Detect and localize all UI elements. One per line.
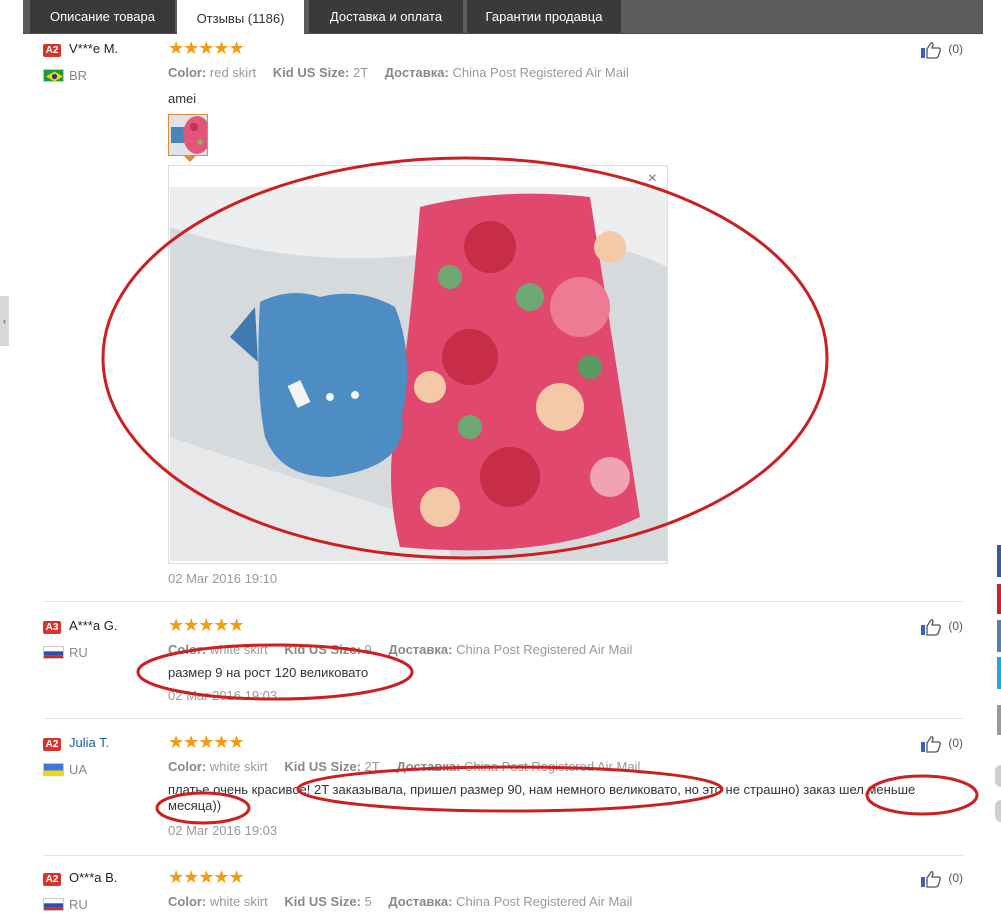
- like-count: (0): [948, 736, 963, 751]
- review-divider: [43, 855, 963, 856]
- color-label: Color:: [168, 759, 207, 774]
- buyer-level-badge: A2: [43, 873, 61, 886]
- rating-stars: ★★★★★: [168, 38, 245, 58]
- photo-viewer: ×: [168, 165, 668, 564]
- close-icon[interactable]: ×: [648, 170, 657, 188]
- share-round-button[interactable]: [995, 765, 1001, 787]
- review-divider: [43, 601, 963, 602]
- buyer-level-badge: A3: [43, 621, 61, 634]
- size-value: 2T: [352, 65, 369, 80]
- rating-stars: ★★★★★: [168, 615, 245, 635]
- reviewer-name: A***a G.: [69, 618, 118, 633]
- brazil-flag-icon: [43, 69, 64, 82]
- review-item: A2 Julia T. UA ★★★★★ Color: white skirt …: [43, 732, 963, 856]
- size-label: Kid US Size:: [284, 642, 361, 657]
- delivery-label: Доставка:: [388, 642, 453, 657]
- ukraine-flag-icon: [43, 763, 64, 776]
- order-attributes: Color: white skirt Kid US Size: 9 Достав…: [168, 642, 632, 657]
- thumbs-up-icon: [921, 736, 942, 753]
- helpful-like-button[interactable]: (0): [920, 735, 963, 753]
- delivery-value: China Post Registered Air Mail: [456, 642, 633, 657]
- side-collapse-handle[interactable]: ‹: [0, 296, 9, 346]
- color-value: white skirt: [209, 759, 268, 774]
- thumbnail-pointer-icon: [184, 156, 196, 162]
- helpful-like-button[interactable]: (0): [920, 41, 963, 59]
- vk-share-icon[interactable]: [997, 620, 1001, 652]
- thumbs-up-icon: [921, 42, 942, 59]
- tab-description[interactable]: Описание товара: [30, 0, 175, 33]
- size-value: 5: [364, 894, 372, 909]
- tab-seller-guarantee[interactable]: Гарантии продавца: [467, 0, 621, 33]
- color-value: white skirt: [209, 642, 268, 657]
- reviewer-country: BR: [69, 68, 88, 83]
- like-count: (0): [948, 871, 963, 886]
- tab-delivery[interactable]: Доставка и оплата: [309, 0, 463, 33]
- reviewer-country: RU: [69, 897, 88, 912]
- delivery-value: China Post Registered Air Mail: [456, 894, 633, 909]
- review-date: 02 Mar 2016 19:03: [168, 688, 278, 703]
- review-text: размер 9 на рост 120 великовато: [168, 665, 369, 680]
- delivery-value: China Post Registered Air Mail: [452, 65, 629, 80]
- buyer-level-badge: A2: [43, 738, 61, 751]
- russia-flag-icon: [43, 898, 64, 911]
- facebook-share-icon[interactable]: [997, 545, 1001, 577]
- pinterest-share-icon[interactable]: [997, 584, 1001, 614]
- reviewer-country: UA: [69, 762, 88, 777]
- rating-stars: ★★★★★: [168, 870, 245, 887]
- reviewer-name: V***e M.: [69, 41, 119, 56]
- review-text: платье очень красивое! 2T заказывала, пр…: [168, 782, 968, 814]
- color-label: Color:: [168, 65, 207, 80]
- more-share-icon[interactable]: [997, 705, 1001, 735]
- size-value: 9: [364, 642, 372, 657]
- like-count: (0): [948, 42, 963, 57]
- review-date: 02 Mar 2016 19:10: [168, 571, 278, 586]
- helpful-like-button[interactable]: (0): [920, 870, 963, 888]
- tab-reviews[interactable]: Отзывы (1186): [177, 0, 304, 35]
- color-label: Color:: [168, 642, 207, 657]
- product-tab-bar: Описание товара Отзывы (1186) Доставка и…: [23, 0, 983, 35]
- reviewer-country: RU: [69, 645, 88, 660]
- order-attributes: Color: white skirt Kid US Size: 5 Достав…: [168, 894, 632, 909]
- review-text-line: платье очень красивое! 2T заказывала, пр…: [168, 782, 916, 797]
- color-label: Color:: [168, 894, 207, 909]
- buyer-level-badge: A2: [43, 44, 61, 57]
- reviewer-name-link[interactable]: Julia T.: [69, 735, 109, 750]
- size-label: Kid US Size:: [284, 759, 361, 774]
- helpful-like-button[interactable]: (0): [920, 618, 963, 636]
- review-text: amei: [168, 91, 197, 106]
- review-divider: [43, 718, 963, 719]
- like-count: (0): [948, 619, 963, 634]
- thumbs-up-icon: [921, 619, 942, 636]
- review-photo[interactable]: [170, 187, 667, 561]
- delivery-label: Доставка:: [384, 65, 449, 80]
- color-value: white skirt: [209, 894, 268, 909]
- twitter-share-icon[interactable]: [997, 657, 1001, 689]
- thumbs-up-icon: [921, 871, 942, 888]
- russia-flag-icon: [43, 646, 64, 659]
- review-date: 02 Mar 2016 19:03: [168, 823, 278, 838]
- review-photo-thumbnail[interactable]: [168, 114, 208, 156]
- review-item: A2 O***a B. RU ★★★★★ Color: white skirt …: [43, 870, 963, 923]
- order-attributes: Color: white skirt Kid US Size: 2T Доста…: [168, 759, 640, 774]
- rating-stars: ★★★★★: [168, 732, 245, 752]
- size-value: 2T: [364, 759, 380, 774]
- order-attributes: Color: red skirt Kid US Size: 2T Доставк…: [168, 65, 629, 80]
- review-text-line: месяца)): [168, 798, 222, 813]
- reviewer-name: O***a B.: [69, 870, 118, 885]
- color-value: red skirt: [209, 65, 257, 80]
- delivery-value: China Post Registered Air Mail: [464, 759, 641, 774]
- delivery-label: Доставка:: [396, 759, 461, 774]
- review-item: A3 A***a G. RU ★★★★★ Color: white skirt …: [43, 615, 963, 719]
- review-item: A2 V***e M. BR ★★★★★ Color: red skirt Ki…: [43, 38, 963, 602]
- share-round-button[interactable]: [995, 800, 1001, 822]
- delivery-label: Доставка:: [388, 894, 453, 909]
- size-label: Kid US Size:: [272, 65, 350, 80]
- size-label: Kid US Size:: [284, 894, 361, 909]
